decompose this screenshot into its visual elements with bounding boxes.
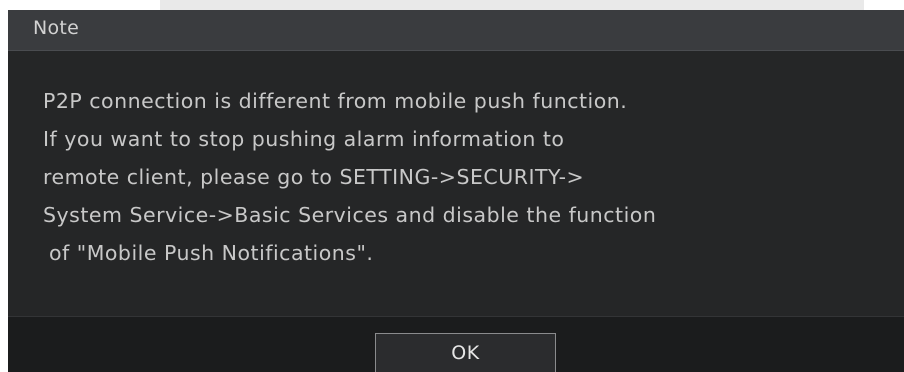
- dialog-message: P2P connection is different from mobile …: [43, 82, 888, 272]
- ok-button[interactable]: OK: [375, 333, 556, 372]
- message-line: of "Mobile Push Notifications".: [49, 241, 374, 265]
- message-line: remote client, please go to SETTING->SEC…: [43, 165, 585, 189]
- message-line: P2P connection is different from mobile …: [43, 89, 628, 113]
- dialog-titlebar: Note: [8, 10, 904, 51]
- dialog-title: Note: [33, 17, 80, 39]
- background-window: [160, 0, 864, 10]
- message-line: System Service->Basic Services and disab…: [43, 203, 657, 227]
- message-line: If you want to stop pushing alarm inform…: [43, 127, 565, 151]
- dialog-footer: OK: [8, 316, 904, 372]
- note-dialog: Note P2P connection is different from mo…: [8, 10, 904, 372]
